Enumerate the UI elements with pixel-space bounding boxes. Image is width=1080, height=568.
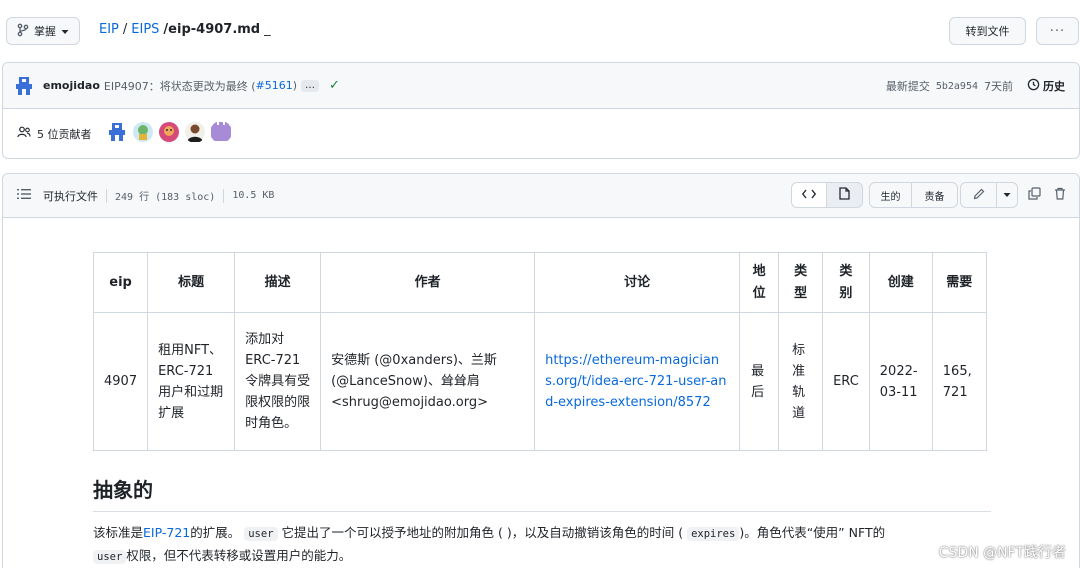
branch-name: 掌握 (34, 25, 56, 38)
table-header-row: eip 标题 描述 作者 讨论 地位 类型 类别 创建 需要 (92, 252, 987, 313)
column-header: eip (92, 252, 149, 313)
commit-message[interactable]: EIP4907：将状态更改为最终 ( (104, 78, 256, 94)
file-size: 10.5 KB (232, 190, 275, 201)
commit-time: 7天前 (984, 80, 1013, 93)
code-view-button[interactable] (791, 182, 827, 208)
inline-code: expires (687, 527, 740, 541)
history-label: 历史 (1043, 80, 1065, 93)
cell-type: 标准轨道 (778, 312, 824, 451)
code-icon (801, 189, 817, 202)
breadcrumb-trail: _ (264, 22, 271, 37)
table-row: 4907 租用NFT、ERC-721用户和过期扩展 添加对ERC-721令牌具有… (92, 312, 987, 451)
cell-category: ERC (822, 312, 870, 451)
column-header: 作者 (320, 252, 536, 313)
column-header: 需要 (931, 252, 987, 313)
cell-requires: 165, 721 (931, 312, 987, 451)
more-options-button[interactable]: ··· (1036, 17, 1079, 45)
abstract-paragraph: 该标准是EIP-721的扩展。 user 它提出了一个可以授予地址的附加角色 (… (93, 522, 973, 568)
eip-721-link[interactable]: EIP-721 (143, 525, 190, 540)
contributor-avatar[interactable] (132, 121, 154, 146)
latest-commit-label: 最新提交 (885, 80, 930, 93)
column-header: 描述 (234, 252, 322, 313)
commit-message-end: ) (292, 79, 297, 92)
column-header: 创建 (868, 252, 933, 313)
breadcrumb-folder-link[interactable]: EIPS (131, 22, 159, 37)
breadcrumb: EIP / EIPS /eip-4907.md _ (99, 22, 271, 37)
cell-eip: 4907 (92, 312, 149, 451)
branch-selector-button[interactable]: 掌握 (6, 17, 80, 45)
breadcrumb-file-name: /eip-4907.md (163, 22, 261, 37)
caret-down-icon (61, 25, 69, 38)
author-avatar[interactable] (13, 75, 35, 97)
column-header: 讨论 (534, 252, 741, 313)
divider (223, 188, 225, 203)
eip-metadata-table: eip 标题 描述 作者 讨论 地位 类型 类别 创建 需要 4907 租用NF… (92, 252, 987, 451)
expand-commit-message-button[interactable]: … (301, 79, 319, 92)
file-view: 可执行文件 249 行 (183 sloc) 10.5 KB 生的 责备 eip… (2, 173, 1080, 568)
column-header: 类别 (822, 252, 870, 313)
edit-file-button[interactable] (960, 182, 997, 208)
history-icon (1027, 78, 1040, 94)
contributor-avatar[interactable] (184, 121, 206, 146)
cell-status: 最后 (739, 312, 780, 451)
abstract-text: 该标准是 (93, 525, 144, 540)
delete-button[interactable] (1051, 182, 1069, 208)
contributors-row: 5 位贡献者 (3, 109, 1079, 158)
edit-options-dropdown[interactable] (996, 182, 1018, 208)
divider (106, 188, 107, 203)
abstract-text: )。角色代表“使用” NFT的 (739, 525, 886, 540)
commit-pr-link[interactable]: #5161 (255, 79, 292, 92)
cell-description: 添加对ERC-721令牌具有受限权限的限时角色。 (234, 312, 322, 451)
abstract-text: 权限，但不代表转移或设置用户的能力。 (126, 548, 352, 563)
contributor-avatars (106, 121, 232, 146)
file-icon (839, 187, 850, 203)
file-type-label: 可执行文件 (43, 189, 98, 203)
contributor-avatar[interactable] (210, 121, 232, 146)
check-icon[interactable]: ✓ (329, 78, 340, 93)
cell-title: 租用NFT、ERC-721用户和过期扩展 (147, 312, 236, 451)
git-branch-icon (17, 23, 29, 40)
preview-view-button[interactable] (826, 182, 863, 208)
history-button[interactable]: 历史 (1027, 78, 1065, 94)
breadcrumb-repo-link[interactable]: EIP (99, 22, 119, 37)
breadcrumb-separator: / (122, 22, 128, 37)
contributor-avatar[interactable] (158, 121, 180, 146)
commit-author-link[interactable]: emojidao (43, 79, 100, 92)
contributor-avatar[interactable] (106, 121, 128, 146)
commit-hash-link[interactable]: 5b2a954 (936, 81, 978, 92)
inline-code: user (244, 527, 278, 541)
inline-code: user (93, 550, 127, 564)
column-header: 类型 (778, 252, 824, 313)
file-path-bar: 掌握 EIP / EIPS /eip-4907.md _ 转到文件 ··· (0, 0, 1080, 62)
file-line-count: 249 行 (183 sloc) (115, 192, 216, 203)
copy-icon (1027, 187, 1041, 203)
blame-button[interactable]: 责备 (911, 182, 958, 208)
column-header: 标题 (147, 252, 236, 313)
latest-commit-row: emojidao EIP4907：将状态更改为最终 ( #5161 ) … ✓ … (3, 63, 1079, 109)
go-to-file-button[interactable]: 转到文件 (949, 17, 1026, 45)
file-header: 可执行文件 249 行 (183 sloc) 10.5 KB 生的 责备 (3, 174, 1079, 218)
trash-icon (1054, 187, 1066, 203)
pencil-icon (973, 188, 985, 203)
caret-down-icon (1003, 190, 1011, 201)
commit-meta: 最新提交 5b2a954 7天前 历史 (886, 63, 1065, 109)
latest-commit-box: emojidao EIP4907：将状态更改为最终 ( #5161 ) … ✓ … (2, 62, 1080, 159)
abstract-text: 的扩展。 (190, 525, 241, 540)
contributors-count-link[interactable]: 5 位贡献者 (37, 126, 92, 142)
copy-button[interactable] (1025, 182, 1043, 208)
abstract-text: 它提出了一个可以授予地址的附加角色 ( )，以及自动撤销该角色的时间 ( (281, 525, 684, 540)
people-icon (17, 126, 31, 141)
watermark: CSDN @NFT践行者 (938, 545, 1066, 561)
column-header: 地位 (739, 252, 780, 313)
cell-created: 2022-03-11 (868, 312, 933, 451)
discussion-link[interactable]: https://ethereum-magicians.org/t/idea-er… (534, 312, 741, 451)
raw-button[interactable]: 生的 (869, 182, 912, 208)
abstract-heading: 抽象的 (93, 474, 991, 512)
cell-author: 安德斯 (@0xanders)、兰斯 (@LanceSnow)、耸耸肩 <shr… (320, 312, 536, 451)
outline-list-icon[interactable] (17, 188, 31, 203)
